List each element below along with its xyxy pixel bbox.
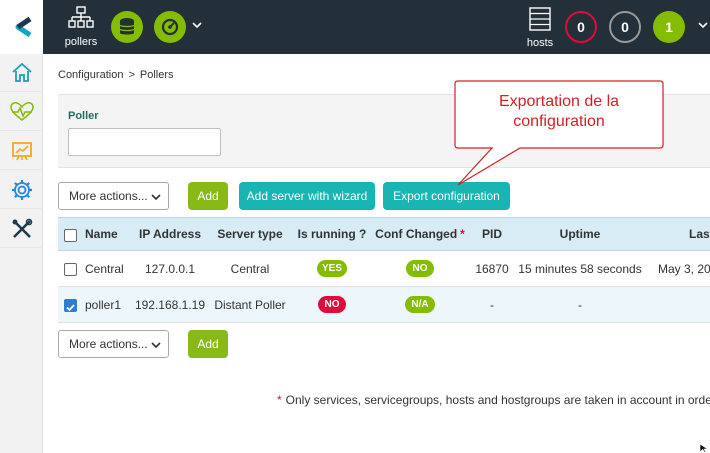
callout-line-2: configuration (513, 113, 605, 130)
chevron-down-icon[interactable] (697, 19, 709, 31)
add-button-bottom[interactable]: Add (188, 330, 228, 358)
left-sidebar (0, 0, 43, 453)
required-mark: * (460, 227, 465, 241)
poller-filter-label: Poller (68, 110, 99, 122)
chevron-down-icon (151, 342, 161, 349)
poller-name[interactable]: Central (85, 251, 124, 286)
col-server-type[interactable]: Server type (213, 218, 287, 250)
row-checkbox[interactable] (64, 263, 77, 276)
centreon-logo[interactable] (0, 0, 43, 54)
more-actions-select-top[interactable]: More actions... (58, 182, 169, 210)
checkmark-icon (66, 304, 75, 312)
logo-icon (15, 16, 31, 38)
tools-icon (12, 218, 32, 238)
col-name[interactable]: Name (85, 218, 118, 250)
sidebar-item-home[interactable] (0, 54, 43, 92)
conf-changed-cell: N/A (374, 287, 466, 322)
poller-name[interactable]: poller1 (85, 287, 121, 322)
sidebar-item-monitoring[interactable] (0, 93, 43, 131)
table-header: Name IP Address Server type Is running ?… (58, 217, 710, 251)
sidebar-item-administration[interactable] (0, 210, 43, 248)
select-all-checkbox[interactable] (64, 229, 77, 242)
add-server-wizard-button[interactable]: Add server with wizard (239, 182, 375, 210)
table-row[interactable]: Central 127.0.0.1 Central YES NO 16870 1… (58, 251, 710, 287)
mouse-cursor-icon (699, 443, 709, 453)
poller-pid: 16870 (475, 261, 509, 276)
sidebar-item-configuration[interactable] (0, 171, 43, 209)
chevron-down-icon[interactable] (191, 19, 203, 31)
poller-filter-input[interactable] (68, 128, 221, 156)
hosts-menu[interactable]: hosts (523, 7, 557, 49)
table-row[interactable]: poller1 192.168.1.19 Distant Poller NO N… (58, 287, 710, 323)
footnote: * Only services, servicegroups, hosts and… (277, 393, 710, 407)
running-cell: NO (295, 287, 369, 322)
conf-changed-badge: NO (406, 260, 434, 277)
footnote-text: Only services, servicegroups, hosts and … (285, 393, 710, 407)
top-bar: pollers hosts 0 0 1 (43, 0, 710, 54)
chart-board-icon (11, 141, 32, 160)
gear-icon (11, 179, 32, 200)
pollers-menu[interactable]: pollers (59, 6, 103, 48)
add-button-top[interactable]: Add (188, 182, 228, 210)
poller-server-type: Distant Poller (214, 297, 286, 312)
database-icon (119, 18, 135, 35)
hosts-label: hosts (526, 37, 554, 49)
ok-count-badge[interactable]: 1 (653, 11, 685, 43)
callout-line-1: Exportation de la (498, 93, 620, 110)
running-badge: YES (317, 260, 347, 277)
latency-status-button[interactable] (154, 11, 186, 43)
running-cell: YES (295, 251, 369, 286)
export-configuration-button[interactable]: Export configuration (383, 182, 510, 210)
poller-uptime: - (578, 297, 582, 312)
conf-changed-label: Conf Changed (375, 227, 458, 241)
running-badge: NO (318, 296, 346, 313)
row-checkbox[interactable] (64, 299, 77, 312)
breadcrumb-configuration[interactable]: Configuration (58, 69, 123, 81)
col-pid[interactable]: PID (470, 218, 514, 250)
col-is-running[interactable]: Is running ? (295, 218, 369, 250)
footnote-mark: * (277, 393, 282, 407)
critical-count-badge[interactable]: 0 (565, 11, 597, 43)
poller-ip: 127.0.0.1 (144, 261, 196, 276)
sidebar-item-reporting[interactable] (0, 132, 43, 170)
pollers-label: pollers (64, 36, 98, 48)
sitemap-icon (68, 6, 94, 28)
poller-pid: - (490, 297, 494, 312)
col-conf-changed[interactable]: Conf Changed * (374, 218, 466, 250)
gauge-icon (161, 18, 179, 36)
chevron-down-icon (151, 194, 161, 201)
breadcrumb: Configuration > Pollers (58, 69, 174, 81)
database-status-button[interactable] (111, 11, 143, 43)
poller-uptime: 15 minutes 58 seconds (518, 261, 642, 276)
poller-ip: 192.168.1.19 (134, 297, 206, 312)
more-actions-value: More actions... (69, 189, 148, 203)
poller-last: May 3, 2021 (658, 261, 710, 276)
conf-changed-badge: N/A (405, 296, 435, 313)
server-icon (529, 7, 551, 31)
poller-server-type: Central (230, 261, 270, 276)
unknown-count-badge[interactable]: 0 (609, 11, 641, 43)
breadcrumb-pollers[interactable]: Pollers (140, 69, 174, 81)
more-actions-select-bottom[interactable]: More actions... (58, 330, 169, 358)
heartbeat-icon (9, 101, 34, 121)
callout-text: Exportation de la configuration (455, 92, 663, 132)
col-uptime[interactable]: Uptime (520, 218, 640, 250)
breadcrumb-separator: > (128, 69, 135, 81)
col-last[interactable]: Last (689, 218, 710, 250)
col-ip-address[interactable]: IP Address (133, 218, 207, 250)
conf-changed-cell: NO (374, 251, 466, 286)
more-actions-value: More actions... (69, 337, 148, 351)
home-icon (11, 62, 32, 82)
